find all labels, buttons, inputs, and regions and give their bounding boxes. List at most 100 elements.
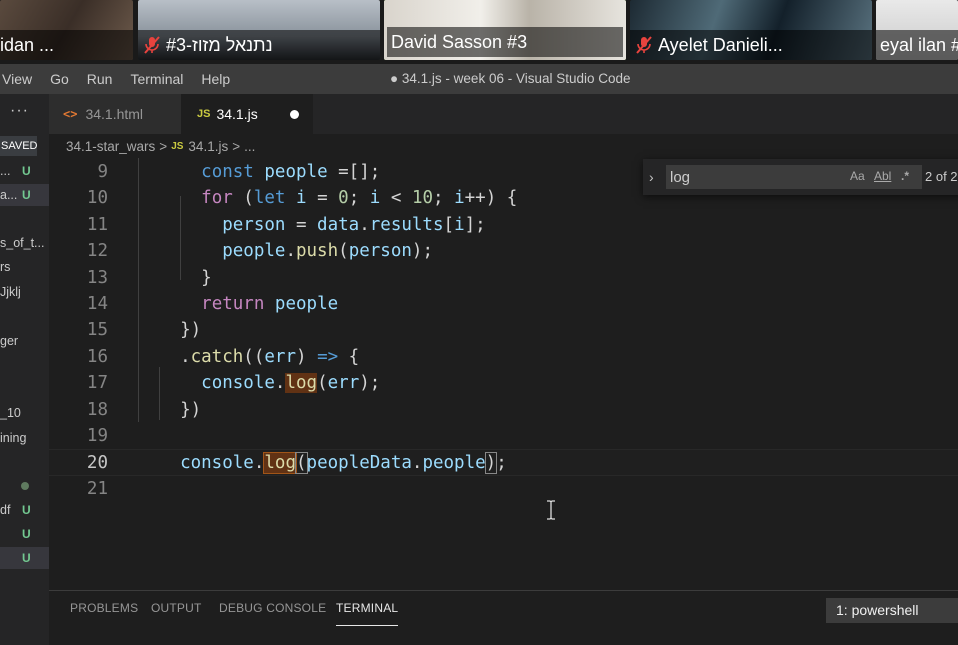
line-number: 16: [86, 346, 108, 367]
code-line[interactable]: 20 console.log(peopleData.people);: [49, 449, 958, 476]
chevron-right-icon: >: [159, 138, 168, 154]
code-line[interactable]: 19: [49, 423, 958, 449]
participant-tile-1[interactable]: idan ...: [0, 0, 133, 60]
explorer-item[interactable]: _10: [0, 402, 49, 424]
git-status-badge: U: [22, 527, 31, 541]
participant-name: eyal ilan #: [880, 34, 958, 55]
code-line[interactable]: 16 .catch((err) => {: [49, 344, 958, 370]
participant-name: David Sasson #3: [391, 31, 528, 52]
menu-terminal[interactable]: Terminal: [121, 64, 192, 94]
code-text: console.log(err);: [201, 373, 381, 394]
explorer-sidebar: ··· SAVED ... U a... U s_of_t... rs Jjkl…: [0, 94, 49, 645]
find-widget: › Aa Abl .* 2 of 2: [643, 159, 958, 195]
title-bar: View Go Run Terminal Help ● 34.1.js - we…: [0, 64, 958, 94]
code-line[interactable]: 11 person = data.results[i];: [49, 212, 958, 238]
toggle-replace-chevron-icon[interactable]: ›: [649, 167, 663, 187]
code-line[interactable]: 18 }): [49, 397, 958, 423]
tab-output[interactable]: OUTPUT: [151, 601, 202, 615]
participant-tile-2[interactable]: #3-נתנאל מזוז: [138, 0, 380, 60]
explorer-item[interactable]: U: [0, 547, 49, 569]
participant-tile-4[interactable]: Ayelet Danieli...: [630, 0, 872, 60]
match-whole-word-toggle[interactable]: Abl: [874, 169, 891, 183]
git-status-badge: U: [22, 551, 31, 565]
explorer-item[interactable]: rs: [0, 256, 49, 278]
use-regex-toggle[interactable]: .*: [901, 169, 909, 183]
explorer-item[interactable]: df U: [0, 499, 49, 521]
html-file-icon: <>: [63, 107, 78, 121]
tab-problems[interactable]: PROBLEMS: [70, 601, 138, 615]
code-line[interactable]: 13 }: [49, 265, 958, 291]
participant-tile-3[interactable]: David Sasson #3: [384, 0, 626, 60]
explorer-item[interactable]: ger: [0, 330, 49, 352]
more-actions-icon[interactable]: ···: [10, 102, 29, 120]
git-status-badge: U: [22, 164, 31, 178]
menu-help[interactable]: Help: [192, 64, 239, 94]
code-text: }): [159, 320, 202, 341]
code-text: }: [159, 267, 212, 288]
window-title: ● 34.1.js - week 06 - Visual Studio Code: [390, 71, 631, 86]
line-number: 20: [86, 453, 108, 474]
find-match-count: 2 of 2: [925, 169, 958, 184]
match-case-toggle[interactable]: Aa: [850, 169, 865, 183]
menu-go[interactable]: Go: [41, 64, 78, 94]
menu-run[interactable]: Run: [78, 64, 122, 94]
breadcrumb-file[interactable]: 34.1.js: [188, 139, 228, 154]
chevron-right-icon: >: [232, 138, 241, 154]
participant-name: Ayelet Danieli...: [658, 34, 783, 55]
video-conference-strip: idan ... #3-נתנאל מזוז David Sasson #3 A…: [0, 0, 958, 64]
menu-view[interactable]: View: [0, 64, 41, 94]
code-editor[interactable]: 9 const people =[]; 10 for (let i = 0; i …: [49, 158, 958, 590]
explorer-item[interactable]: a... U: [0, 184, 49, 206]
explorer-item[interactable]: Jjklj: [0, 281, 49, 303]
code-text: .catch((err) => {: [159, 346, 360, 367]
participant-name: #3-נתנאל מזוז: [166, 34, 273, 55]
explorer-item[interactable]: ining: [0, 427, 49, 449]
line-number: 10: [86, 188, 108, 209]
tab-label: 34.1.html: [85, 106, 144, 122]
line-number: 19: [86, 426, 108, 446]
code-line[interactable]: 17 console.log(err);: [49, 370, 958, 396]
line-number: 11: [86, 214, 108, 235]
line-number: 15: [86, 320, 108, 341]
code-line[interactable]: 21: [49, 476, 958, 502]
mic-off-icon: [636, 36, 652, 54]
code-text: person = data.results[i];: [222, 214, 486, 235]
tab-34-1-html[interactable]: <> 34.1.html: [49, 94, 181, 134]
unsaved-changes-dot-icon[interactable]: [290, 110, 299, 119]
line-number: 12: [86, 241, 108, 262]
breadcrumb-folder[interactable]: 34.1-star_wars: [66, 139, 155, 154]
explorer-item[interactable]: ... U: [0, 160, 49, 182]
code-line[interactable]: 12 people.push(person);: [49, 238, 958, 264]
code-text: console.log(peopleData.people);: [180, 452, 507, 475]
participant-name: idan ...: [0, 34, 55, 55]
tab-terminal[interactable]: TERMINAL: [336, 601, 399, 626]
tab-34-1-js[interactable]: JS 34.1.js: [181, 94, 313, 134]
breadcrumb: 34.1-star_wars > JS 34.1.js > ...: [49, 134, 958, 158]
code-line[interactable]: 14 return people: [49, 291, 958, 317]
modified-dot-icon: [21, 482, 29, 490]
code-text: for (let i = 0; i < 10; i++) {: [201, 188, 518, 209]
bottom-panel: PROBLEMS OUTPUT DEBUG CONSOLE TERMINAL 1…: [49, 590, 958, 645]
line-number: 13: [86, 267, 108, 288]
git-status-badge: U: [22, 188, 31, 202]
breadcrumb-symbol[interactable]: ...: [244, 139, 255, 154]
js-file-icon: JS: [171, 140, 184, 152]
explorer-item[interactable]: U: [0, 523, 49, 545]
terminal-select[interactable]: 1: powershell: [826, 598, 958, 623]
code-text: people.push(person);: [222, 241, 433, 262]
line-number: 9: [97, 162, 108, 182]
git-status-badge: U: [22, 503, 31, 517]
participant-tile-5[interactable]: eyal ilan #: [876, 0, 958, 60]
line-number: 21: [86, 478, 108, 499]
tab-debug-console[interactable]: DEBUG CONSOLE: [219, 601, 326, 615]
editor-tabs: <> 34.1.html JS 34.1.js: [49, 94, 958, 134]
code-text: const people =[];: [201, 162, 381, 182]
line-number: 18: [86, 399, 108, 420]
line-number: 14: [86, 294, 108, 314]
js-file-icon: JS: [197, 108, 211, 120]
text-cursor-ibeam-icon: [547, 500, 555, 520]
code-text: }): [159, 399, 202, 420]
open-editors-unsaved-badge: SAVED: [0, 136, 37, 156]
code-line[interactable]: 15 }): [49, 317, 958, 343]
explorer-item[interactable]: s_of_t...: [0, 232, 49, 254]
